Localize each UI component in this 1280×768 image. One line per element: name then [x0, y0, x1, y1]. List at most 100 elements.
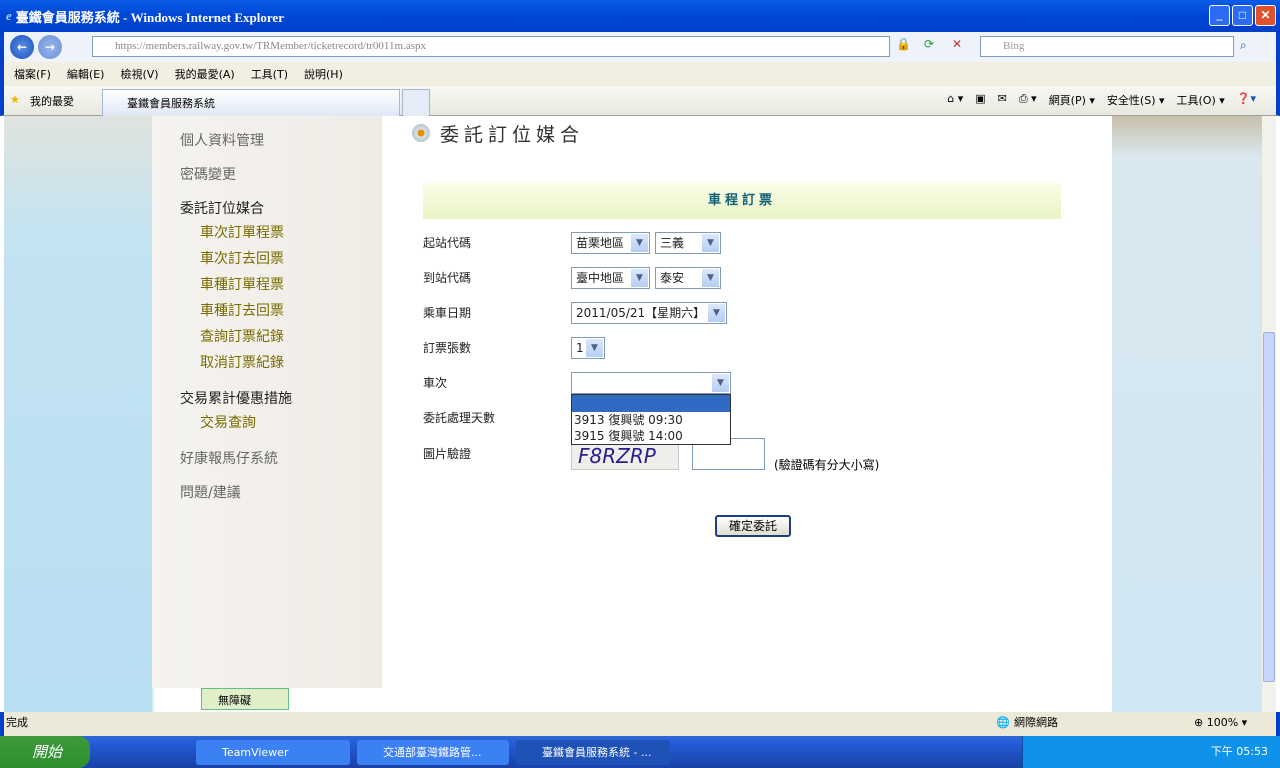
- globe-icon: 🌐: [996, 716, 1010, 729]
- safety-menu[interactable]: 安全性(S) ▾: [1107, 92, 1165, 108]
- sidebar-item-train-return[interactable]: 車次訂去回票: [200, 248, 284, 268]
- sidebar-item-train-single[interactable]: 車次訂單程票: [200, 222, 284, 242]
- chevron-down-icon: ▼: [586, 339, 603, 357]
- vertical-scrollbar[interactable]: [1262, 116, 1276, 712]
- sidebar-item-deals[interactable]: 好康報馬仔系統: [180, 448, 278, 468]
- train-option[interactable]: [572, 395, 730, 412]
- chevron-down-icon: ▼: [708, 304, 725, 322]
- status-bar: 完成 🌐 網際網路 ⊕ 100% ▾: [0, 712, 1280, 736]
- task-teamviewer[interactable]: TeamViewer: [196, 740, 350, 765]
- sidebar-item-feedback[interactable]: 問題/建議: [180, 482, 241, 502]
- chevron-down-icon: ▼: [702, 234, 719, 252]
- page-title: 委託訂位媒合: [440, 124, 585, 146]
- right-background: [1112, 116, 1262, 712]
- from-station-value: 三義: [660, 236, 685, 250]
- date-label: 乘車日期: [423, 306, 472, 320]
- chevron-down-icon: ▼: [631, 269, 648, 287]
- close-button[interactable]: ✕: [1255, 5, 1276, 26]
- train-option[interactable]: 3915 復興號 14:00: [572, 428, 730, 444]
- to-region-select[interactable]: 臺中地區 ▼: [571, 267, 650, 289]
- train-option[interactable]: 3913 復興號 09:30: [572, 412, 730, 428]
- sidebar-item-type-return[interactable]: 車種訂去回票: [200, 300, 284, 320]
- days-label: 委託處理天數: [423, 411, 496, 425]
- menu-view[interactable]: 檢視(V): [120, 66, 158, 82]
- sidebar-item-consign[interactable]: 委託訂位媒合: [180, 198, 264, 218]
- task-railway-ie[interactable]: 交通部臺灣鐵路管...: [357, 740, 509, 765]
- feeds-icon[interactable]: ▣: [975, 92, 985, 108]
- date-value: 2011/05/21【星期六】: [576, 306, 706, 320]
- status-text: 完成: [6, 716, 28, 729]
- window-title: 臺鐵會員服務系統 - Windows Internet Explorer: [15, 9, 284, 25]
- address-bar: ← → https://members.railway.gov.tw/TRMem…: [0, 32, 1280, 62]
- scrollbar-thumb[interactable]: [1263, 332, 1275, 682]
- url-input[interactable]: https://members.railway.gov.tw/TRMember/…: [92, 36, 890, 57]
- search-input[interactable]: Bing: [980, 36, 1234, 57]
- lock-icon[interactable]: 🔒: [896, 37, 911, 51]
- menu-favorites[interactable]: 我的最愛(A): [175, 66, 235, 82]
- qty-label: 訂票張數: [423, 341, 472, 355]
- submit-button[interactable]: 確定委託: [715, 515, 791, 537]
- menu-help[interactable]: 說明(H): [304, 66, 343, 82]
- home-icon[interactable]: ⌂ ▾: [947, 92, 963, 108]
- print-icon[interactable]: ⎙ ▾: [1019, 92, 1037, 108]
- sidebar-item-type-single[interactable]: 車種訂單程票: [200, 274, 284, 294]
- to-station-value: 泰安: [660, 271, 685, 285]
- menu-bar: 檔案(F) 編輯(E) 檢視(V) 我的最愛(A) 工具(T) 說明(H): [0, 62, 1280, 86]
- title-bullet-icon: [412, 124, 430, 142]
- title-bar: e 臺鐵會員服務系統 - Windows Internet Explorer _…: [0, 0, 1280, 32]
- captcha-image: F8RZRP: [571, 443, 679, 470]
- chevron-down-icon: ▼: [702, 269, 719, 287]
- favorites-button[interactable]: 我的最愛: [30, 93, 74, 109]
- captcha-label: 圖片驗證: [423, 447, 472, 461]
- back-button[interactable]: ←: [10, 35, 34, 59]
- menu-tools[interactable]: 工具(T): [251, 66, 288, 82]
- zoom-control[interactable]: ⊕ 100% ▾: [1194, 712, 1247, 734]
- tools-menu[interactable]: 工具(O) ▾: [1177, 92, 1225, 108]
- menu-file[interactable]: 檔案(F): [14, 66, 51, 82]
- star-icon: ★: [10, 93, 20, 106]
- refresh-icon[interactable]: ⟳: [924, 37, 934, 51]
- mail-icon[interactable]: ✉: [998, 92, 1007, 108]
- sidebar-item-rewards[interactable]: 交易累計優惠措施: [180, 388, 292, 408]
- forward-button[interactable]: →: [38, 35, 62, 59]
- sidebar-item-transactions[interactable]: 交易查詢: [200, 412, 256, 432]
- to-label: 到站代碼: [423, 271, 472, 285]
- search-icon[interactable]: ⌕: [1240, 38, 1247, 53]
- sidebar-item-password[interactable]: 密碼變更: [180, 164, 236, 184]
- train-select[interactable]: ▼: [571, 372, 731, 394]
- sidebar-item-cancel[interactable]: 取消訂票紀錄: [200, 352, 284, 372]
- taskbar: 開始 TeamViewer 交通部臺灣鐵路管... 臺鐵會員服務系統 - ...…: [0, 736, 1280, 768]
- train-dropdown-list: 3913 復興號 09:30 3915 復興號 14:00: [571, 394, 731, 445]
- qty-select[interactable]: 1 ▼: [571, 337, 605, 359]
- from-region-select[interactable]: 苗栗地區 ▼: [571, 232, 650, 254]
- ie-icon: e: [6, 8, 12, 23]
- tab-title: 臺鐵會員服務系統: [127, 97, 215, 110]
- tab-active[interactable]: 臺鐵會員服務系統: [102, 89, 400, 116]
- clock[interactable]: 下午 05:53: [1211, 745, 1268, 758]
- minimize-button[interactable]: _: [1209, 5, 1230, 26]
- page-menu[interactable]: 網頁(P) ▾: [1049, 92, 1095, 108]
- date-select[interactable]: 2011/05/21【星期六】 ▼: [571, 302, 727, 324]
- zone-text: 網際網路: [1014, 716, 1058, 729]
- start-button[interactable]: 開始: [0, 736, 90, 768]
- maximize-button[interactable]: □: [1232, 5, 1253, 26]
- system-tray: 下午 05:53: [1022, 736, 1280, 768]
- sidebar-item-profile[interactable]: 個人資料管理: [180, 130, 264, 150]
- zoom-value: 100%: [1206, 716, 1239, 729]
- panel-title: 車程訂票: [423, 183, 1061, 219]
- captcha-hint: (驗證碼有分大小寫): [774, 458, 880, 472]
- to-region-value: 臺中地區: [576, 271, 625, 285]
- favorites-bar: ★ 我的最愛 臺鐵會員服務系統 ⌂ ▾ ▣ ✉ ⎙ ▾ 網頁(P) ▾ 安全性(…: [0, 86, 1280, 116]
- from-label: 起站代碼: [423, 236, 472, 250]
- to-station-select[interactable]: 泰安 ▼: [655, 267, 721, 289]
- new-tab-button[interactable]: [402, 89, 430, 116]
- help-icon[interactable]: ❓▾: [1237, 92, 1256, 108]
- accessibility-badge[interactable]: 無障礙: [201, 688, 289, 710]
- stop-icon[interactable]: ✕: [952, 37, 962, 51]
- sidebar-item-query[interactable]: 查詢訂票紀錄: [200, 326, 284, 346]
- menu-edit[interactable]: 編輯(E): [67, 66, 105, 82]
- sidebar: 個人資料管理 密碼變更 委託訂位媒合 車次訂單程票 車次訂去回票 車種訂單程票 …: [152, 116, 382, 688]
- from-region-value: 苗栗地區: [576, 236, 625, 250]
- task-member-ie[interactable]: 臺鐵會員服務系統 - ...: [516, 740, 670, 765]
- from-station-select[interactable]: 三義 ▼: [655, 232, 721, 254]
